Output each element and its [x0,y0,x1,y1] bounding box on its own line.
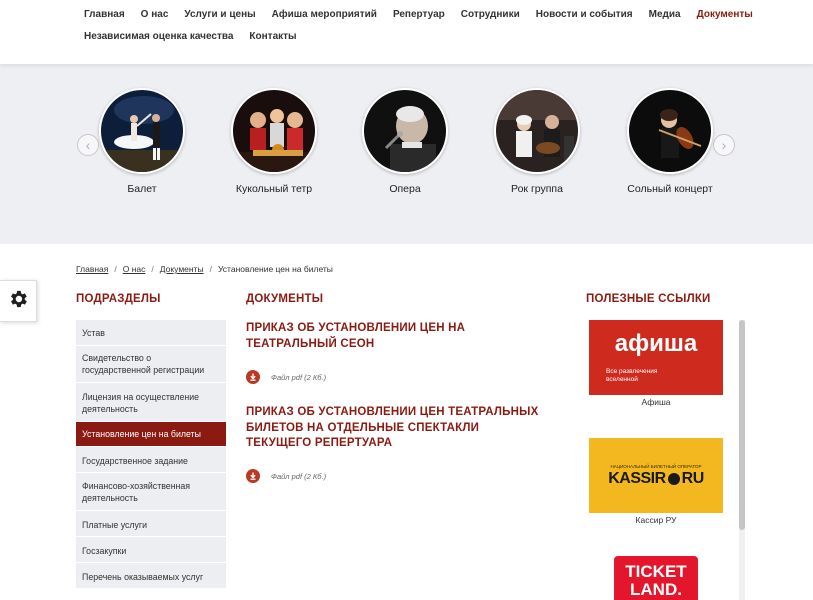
nav-row-secondary: Независимая оценка качества Контакты [84,31,297,42]
kassir-logo-right: RU [681,470,705,487]
nav-media[interactable]: Медиа [649,9,681,20]
document-title[interactable]: ПРИКАЗ ОБ УСТАНОВЛЕНИИ ЦЕН НА ТЕАТРАЛЬНЫ… [246,321,546,352]
breadcrumb-current: Установление цен на билеты [217,264,333,274]
nav-documents[interactable]: Документы [697,9,753,20]
top-navigation: Главная О нас Услуги и цены Афиша меропр… [0,0,813,64]
rock-band-photo-icon [494,88,580,174]
download-icon [246,370,260,384]
breadcrumb-about[interactable]: О нас [123,264,146,274]
nav-home[interactable]: Главная [84,9,125,20]
afisha-banner[interactable]: афиша Все развлечения вселенной [589,320,723,395]
breadcrumb-home[interactable]: Главная [76,264,108,274]
nav-services[interactable]: Услуги и цены [184,9,255,20]
ballet-photo-icon [99,88,185,174]
category-solo-concert[interactable]: Сольный концерт [605,88,735,195]
ticketland-logo-line1: TICKET [625,562,687,581]
category-label-solo-concert: Сольный концерт [627,183,713,195]
kassir-logo-left: KASSIR [608,470,666,487]
sidebar-menu: Устав Свидетельство о государственной ре… [76,320,226,589]
sidebar-item-services-list[interactable]: Перечень оказываемых услуг [76,563,226,589]
breadcrumb-separator: / [114,264,117,274]
kassir-banner[interactable]: НАЦИОНАЛЬНЫЙ БИЛЕТНЫЙ ОПЕРАТОР KASSIR RU [589,438,723,513]
sidebar-item-state-assignment[interactable]: Государственное задание [76,447,226,473]
nav-news[interactable]: Новости и события [536,9,633,20]
document-file-info: Файл pdf (2 Кб.) [271,372,327,382]
nav-events[interactable]: Афиша мероприятий [272,9,377,20]
document-title[interactable]: ПРИКАЗ ОБ УСТАНОВЛЕНИИ ЦЕН ТЕАТРАЛЬНЫХ Б… [246,405,546,452]
kassir-caption: Кассир РУ [635,515,677,525]
document-file-link[interactable]: Файл pdf (2 Кб.) [246,370,326,384]
category-carousel: ‹ › Балет Кукольный тетр Опера Рок групп… [0,64,813,244]
category-label-ballet: Балет [127,183,157,195]
settings-toggle-button[interactable] [0,280,37,322]
solo-concert-photo-icon [627,88,713,174]
sidebar-item-registration[interactable]: Свидетельство о государственной регистра… [76,346,226,383]
download-icon [246,469,260,483]
sidebar-item-paid-services[interactable]: Платные услуги [76,511,226,537]
kassir-logo: KASSIR RU [589,470,723,488]
puppet-photo-icon [231,88,317,174]
sidebar-title: ПОДРАЗДЕЛЫ [76,293,161,305]
opera-photo-icon [362,88,448,174]
ticketland-banner[interactable]: TICKET LAND. [614,556,698,600]
nav-quality-assessment[interactable]: Независимая оценка качества [84,31,233,42]
sidebar-item-license[interactable]: Лицензия на осуществление деятельность [76,383,226,422]
documents-title: ДОКУМЕНТЫ [246,293,324,305]
kassir-small-text: НАЦИОНАЛЬНЫЙ БИЛЕТНЫЙ ОПЕРАТОР [610,464,702,469]
category-label-opera: Опера [389,183,421,195]
sidebar-item-procurement[interactable]: Госзакупки [76,537,226,563]
document-file-info: Файл pdf (2 Кб.) [271,471,327,481]
nav-about[interactable]: О нас [141,9,169,20]
nav-row-primary: Главная О нас Услуги и цены Афиша меропр… [84,9,753,20]
nav-contacts[interactable]: Контакты [249,31,296,42]
gear-icon [7,288,29,315]
useful-links-scrollbar-thumb[interactable] [739,320,745,530]
breadcrumb: Главная / О нас / Документы / Установлен… [76,264,333,274]
category-ballet[interactable]: Балет [77,88,207,195]
useful-links-title: ПОЛЕЗНЫЕ ССЫЛКИ [586,293,711,305]
sidebar-item-ticket-prices[interactable]: Установление цен на билеты [76,422,226,447]
category-label-puppet-theatre: Кукольный тетр [235,183,313,195]
breadcrumb-documents[interactable]: Документы [160,264,204,274]
category-rock-band[interactable]: Рок группа [472,88,602,195]
afisha-tagline: Все развлечения вселенной [606,368,658,383]
breadcrumb-separator: / [209,264,212,274]
sidebar-item-finance[interactable]: Финансово-хозяйственная деятельность [76,473,226,511]
afisha-caption: Афиша [641,397,671,407]
sidebar-item-charter[interactable]: Устав [76,320,226,346]
ticketland-logo-line2: LAND. [630,580,682,599]
nav-staff[interactable]: Сотрудники [461,9,520,20]
afisha-logo: афиша [614,330,698,357]
category-puppet-theatre[interactable]: Кукольный тетр [209,88,339,195]
breadcrumb-separator: / [151,264,154,274]
category-label-rock-band: Рок группа [511,183,563,195]
document-file-link[interactable]: Файл pdf (2 Кб.) [246,469,326,483]
kassir-smile-icon [667,473,680,485]
nav-repertoire[interactable]: Репертуар [393,9,445,20]
category-opera[interactable]: Опера [340,88,470,195]
